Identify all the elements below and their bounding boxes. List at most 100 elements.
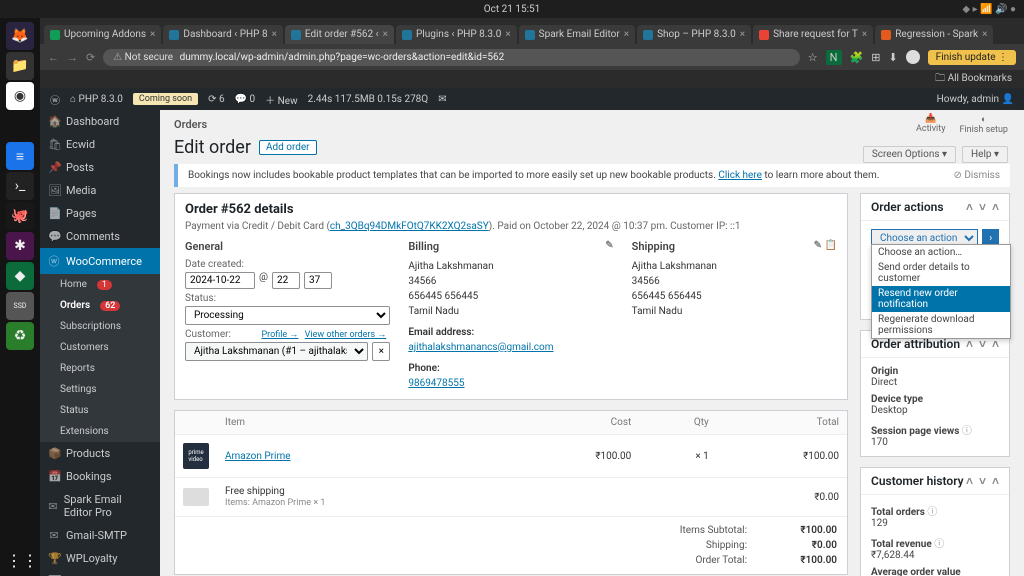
- submenu-home[interactable]: Home1: [40, 274, 160, 295]
- firefox-icon[interactable]: 🦊: [6, 22, 34, 50]
- menu-analytics[interactable]: 📊Analytics: [40, 570, 160, 576]
- chrome-icon[interactable]: ◉: [6, 82, 34, 110]
- dropdown-option[interactable]: Regenerate download permissions: [872, 312, 1010, 338]
- close-icon[interactable]: ×: [383, 29, 388, 40]
- payment-link[interactable]: ch_3QBq94DMkFOtQ7KK2XQ2saSY: [330, 221, 489, 232]
- minute-input[interactable]: [304, 272, 332, 289]
- tab[interactable]: Regression - Spark×: [875, 25, 993, 44]
- email-link[interactable]: ajithalakshmanancs@gmail.com: [408, 340, 613, 355]
- tab-active[interactable]: Edit order #562 ‹×: [285, 25, 394, 44]
- date-input[interactable]: [185, 272, 255, 289]
- address-bar[interactable]: ⚠ Not secure dummy.local/wp-admin/admin.…: [103, 49, 800, 66]
- tab[interactable]: Shop – PHP 8.3.0×: [637, 25, 751, 44]
- info-icon[interactable]: ⓘ: [927, 507, 937, 518]
- phone-link[interactable]: 9869478555: [408, 376, 613, 391]
- dropdown-option[interactable]: Send order details to customer: [872, 260, 1010, 286]
- ext-icon[interactable]: N: [826, 50, 842, 65]
- notice-link[interactable]: Click here: [718, 170, 762, 181]
- chevron-up-icon[interactable]: ˄: [992, 474, 999, 488]
- submenu-status[interactable]: Status: [40, 400, 160, 421]
- menu-spark[interactable]: ✉Spark Email Editor Pro: [40, 488, 160, 524]
- wp-logo-icon[interactable]: ⓦ: [50, 92, 60, 107]
- mail-icon[interactable]: ✉: [438, 94, 446, 105]
- menu-media[interactable]: 🖼Media: [40, 179, 160, 202]
- recycle-icon[interactable]: ♻: [6, 322, 34, 350]
- view-orders-link[interactable]: View other orders →: [305, 330, 387, 340]
- tab[interactable]: Dashboard ‹ PHP 8×: [163, 25, 283, 44]
- star-icon[interactable]: ☆: [808, 51, 818, 64]
- chevron-down-icon[interactable]: ˅: [979, 337, 986, 351]
- tab[interactable]: Upcoming Addons×: [44, 25, 161, 44]
- finish-setup-button[interactable]: ◐Finish setup: [959, 114, 1008, 135]
- profile-link[interactable]: Profile →: [261, 330, 298, 340]
- menu-comments[interactable]: 💬Comments: [40, 225, 160, 248]
- menu-products[interactable]: 📦Products: [40, 442, 160, 465]
- tab[interactable]: Spark Email Editor×: [519, 25, 635, 44]
- status-select[interactable]: Processing: [185, 306, 390, 325]
- help-button[interactable]: Help ▾: [962, 146, 1008, 163]
- comments-icon[interactable]: 💬 0: [235, 94, 256, 105]
- ssd-icon[interactable]: SSD: [6, 292, 34, 320]
- menu-ecwid[interactable]: 🛍Ecwid: [40, 133, 160, 156]
- edit-shipping-button[interactable]: ✎ 📋: [814, 240, 837, 253]
- howdy-user[interactable]: Howdy, admin 👤: [937, 94, 1014, 105]
- dropdown-option-selected[interactable]: Resend new order notification: [872, 286, 1010, 312]
- customer-select[interactable]: Ajitha Lakshmanan (#1 – ajithalakshmanan…: [185, 342, 368, 361]
- submenu-customers[interactable]: Customers: [40, 337, 160, 358]
- app-icon-green[interactable]: ◆: [6, 262, 34, 290]
- add-order-button[interactable]: Add order: [259, 140, 317, 155]
- close-icon[interactable]: ×: [150, 29, 155, 40]
- customer-clear-button[interactable]: ×: [372, 342, 390, 361]
- menu-posts[interactable]: 📌Posts: [40, 156, 160, 179]
- chevron-up-icon[interactable]: ˄: [966, 200, 973, 214]
- updates-icon[interactable]: ⟳ 6: [208, 94, 224, 105]
- submenu-settings[interactable]: Settings: [40, 379, 160, 400]
- tab[interactable]: Share request for T×: [753, 25, 873, 44]
- edit-billing-button[interactable]: ✎: [605, 240, 613, 253]
- all-bookmarks-link[interactable]: 🗀 All Bookmarks: [935, 71, 1012, 88]
- menu-bookings[interactable]: 📅Bookings: [40, 465, 160, 488]
- activity-button[interactable]: 📥Activity: [916, 114, 945, 134]
- files-icon[interactable]: 📁: [6, 52, 34, 80]
- menu-gmail[interactable]: ✉Gmail-SMTP: [40, 524, 160, 547]
- menu-woocommerce[interactable]: ⓦWooCommerce: [40, 248, 160, 274]
- ext-icon[interactable]: 🧩: [850, 51, 864, 64]
- app-icon-blue[interactable]: ≡: [6, 142, 34, 170]
- site-name[interactable]: ⌂ PHP 8.3.0: [70, 94, 123, 105]
- tab[interactable]: Plugins ‹ PHP 8.3.0×: [396, 25, 517, 44]
- dismiss-button[interactable]: ⊘ Dismiss: [953, 170, 1000, 181]
- app-icon[interactable]: [6, 112, 34, 140]
- reload-button[interactable]: ⟳: [86, 51, 95, 64]
- close-icon[interactable]: ×: [505, 29, 510, 40]
- menu-wployalty[interactable]: 🏆WPLoyalty: [40, 547, 160, 570]
- chevron-up-icon[interactable]: ˄: [966, 474, 973, 488]
- close-icon[interactable]: ×: [624, 29, 629, 40]
- close-icon[interactable]: ×: [272, 29, 277, 40]
- submenu-subscriptions[interactable]: Subscriptions: [40, 316, 160, 337]
- submenu-reports[interactable]: Reports: [40, 358, 160, 379]
- dropdown-option[interactable]: Choose an action…: [872, 245, 1010, 260]
- github-icon[interactable]: 🐙: [6, 202, 34, 230]
- screen-options-button[interactable]: Screen Options ▾: [863, 146, 956, 163]
- chevron-up-icon[interactable]: ˄: [992, 337, 999, 351]
- download-icon[interactable]: ⬇: [888, 51, 897, 64]
- chevron-up-icon[interactable]: ˄: [966, 337, 973, 351]
- avatar-icon[interactable]: [906, 50, 920, 64]
- chevron-down-icon[interactable]: ˅: [979, 474, 986, 488]
- finish-update-button[interactable]: Finish update ⋮: [928, 50, 1016, 65]
- submenu-orders[interactable]: Orders62: [40, 295, 160, 316]
- ext-icon[interactable]: ⊞: [871, 51, 880, 64]
- back-button[interactable]: ←: [48, 51, 59, 64]
- close-icon[interactable]: ×: [862, 29, 867, 40]
- menu-pages[interactable]: 📄Pages: [40, 202, 160, 225]
- slack-icon[interactable]: ✱: [6, 232, 34, 260]
- new-button[interactable]: ＋ New: [265, 92, 297, 107]
- close-icon[interactable]: ×: [740, 29, 745, 40]
- close-icon[interactable]: ×: [982, 29, 987, 40]
- chevron-down-icon[interactable]: ˅: [979, 200, 986, 214]
- info-icon[interactable]: ⓘ: [934, 539, 944, 550]
- info-icon[interactable]: ⓘ: [962, 426, 972, 437]
- terminal-icon[interactable]: ›_: [6, 172, 34, 200]
- submenu-extensions[interactable]: Extensions: [40, 421, 160, 442]
- hour-input[interactable]: [272, 272, 300, 289]
